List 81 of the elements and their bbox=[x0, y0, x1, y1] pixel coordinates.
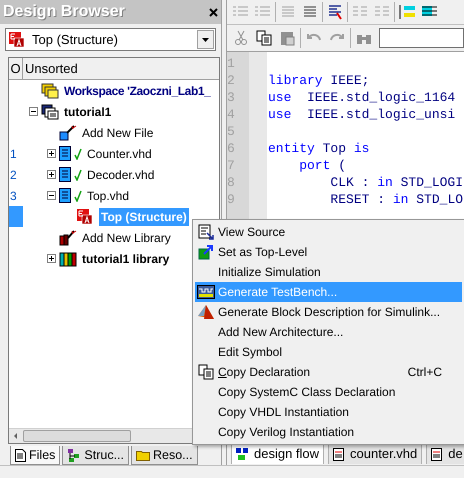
panel-title: Design Browser bbox=[3, 2, 125, 22]
code-line: library IEEE; bbox=[268, 73, 370, 88]
code-line: RESET : in STD_LO bbox=[329, 192, 464, 207]
expand-toggle[interactable] bbox=[47, 149, 56, 158]
column-header[interactable]: O bbox=[9, 58, 23, 79]
menu-item[interactable]: Copy SystemC Class Declaration bbox=[195, 382, 462, 402]
wand-book-icon bbox=[59, 230, 77, 246]
line-number: 1 bbox=[227, 55, 236, 72]
collapse-toggle[interactable] bbox=[47, 191, 56, 200]
line-number: 5 bbox=[227, 123, 236, 140]
expand-toggle[interactable] bbox=[47, 254, 56, 263]
folder-icon bbox=[136, 449, 150, 461]
document-icon bbox=[59, 188, 71, 203]
wand-file-icon bbox=[59, 124, 77, 140]
close-icon[interactable] bbox=[209, 8, 218, 16]
line-number: 4 bbox=[227, 106, 236, 123]
peak-icon bbox=[197, 304, 215, 320]
line-number: 7 bbox=[227, 157, 236, 174]
dropdown-value: Top (Structure) bbox=[32, 30, 119, 49]
tree-item[interactable]: Top.vhd bbox=[85, 186, 132, 204]
row-number: 3 bbox=[9, 188, 17, 204]
tree-item[interactable]: tutorial1 bbox=[62, 102, 114, 120]
caret-icon bbox=[202, 38, 209, 42]
copy-icon[interactable] bbox=[254, 29, 274, 47]
tree-item[interactable]: Workspace 'Zaoczni_Lab1_ bbox=[62, 82, 212, 100]
menu-item[interactable]: Copy VHDL Instantiation bbox=[195, 402, 462, 422]
dropdown-arrow-button[interactable] bbox=[197, 30, 214, 49]
panel-tab[interactable]: Struc... bbox=[62, 446, 129, 465]
code-line: use IEEE.std_logic_1164 bbox=[268, 90, 456, 105]
menu-item[interactable]: Add New Architecture... bbox=[195, 322, 462, 342]
structure-dropdown[interactable]: Top (Structure) bbox=[5, 28, 216, 51]
panel-tab[interactable]: Files bbox=[10, 446, 60, 465]
documents-icon bbox=[41, 104, 59, 120]
entity-icon bbox=[9, 32, 24, 47]
row-number: 2 bbox=[9, 166, 17, 184]
code-line: CLK : in STD_LOGI bbox=[329, 175, 464, 190]
expand-toggle[interactable] bbox=[47, 170, 56, 179]
line-number: 8 bbox=[227, 174, 236, 191]
arrow-square-icon bbox=[198, 244, 214, 260]
books-icon bbox=[59, 250, 77, 266]
menu-item[interactable]: Copy Verilog Instantiation bbox=[195, 422, 462, 442]
row-number: 1 bbox=[9, 146, 17, 162]
waveform-icon bbox=[197, 285, 215, 299]
blocks-icon bbox=[236, 448, 248, 460]
tree-item[interactable]: Add New Library bbox=[80, 228, 173, 246]
search-field[interactable] bbox=[379, 28, 464, 48]
column-header[interactable]: Unsorted bbox=[23, 58, 219, 79]
hierarchy-icon bbox=[67, 448, 82, 462]
tree-item[interactable]: Decoder.vhd bbox=[85, 166, 156, 184]
line-number: 9 bbox=[227, 191, 236, 208]
menu-item[interactable]: Generate Block Description for Simulink... bbox=[195, 302, 462, 322]
tree-item[interactable]: Counter.vhd bbox=[85, 144, 154, 162]
line-number: 3 bbox=[227, 89, 236, 106]
line-number: 2 bbox=[227, 72, 236, 89]
document-icon bbox=[15, 448, 26, 462]
document-icon bbox=[333, 448, 344, 460]
document-icon bbox=[59, 146, 71, 161]
code-line: use IEEE.std_logic_unsi bbox=[268, 107, 456, 122]
code-line: entity Top is bbox=[268, 141, 370, 156]
scrollbar-thumb[interactable] bbox=[23, 430, 131, 442]
menu-item[interactable]: Copy Declaration Ctrl+C bbox=[195, 362, 462, 382]
editor-tab[interactable]: design flow bbox=[231, 444, 324, 464]
tree-item[interactable]: Add New File bbox=[80, 124, 156, 142]
document-icon bbox=[431, 448, 442, 460]
editor-tab[interactable]: counter.vhd bbox=[328, 444, 422, 464]
collapse-toggle[interactable] bbox=[29, 107, 38, 116]
highlight-icon[interactable] bbox=[397, 3, 417, 21]
document-icon bbox=[59, 167, 71, 182]
menu-item[interactable]: Edit Symbol bbox=[195, 342, 462, 362]
entity-icon bbox=[77, 209, 92, 224]
line-number: 6 bbox=[227, 140, 236, 157]
editor-tab[interactable]: de bbox=[426, 444, 464, 464]
tree-item[interactable]: tutorial1 library bbox=[80, 250, 172, 268]
document-arrow-icon bbox=[198, 224, 214, 240]
menu-item[interactable]: Set as Top-Level bbox=[195, 242, 462, 262]
menu-item[interactable]: View Source bbox=[195, 222, 462, 242]
menu-item[interactable]: Initialize Simulation bbox=[195, 262, 462, 282]
copy-icon bbox=[198, 364, 214, 380]
folders-icon bbox=[41, 82, 59, 98]
panel-tab[interactable]: Reso... bbox=[131, 446, 198, 465]
code-line: port ( bbox=[298, 158, 346, 173]
